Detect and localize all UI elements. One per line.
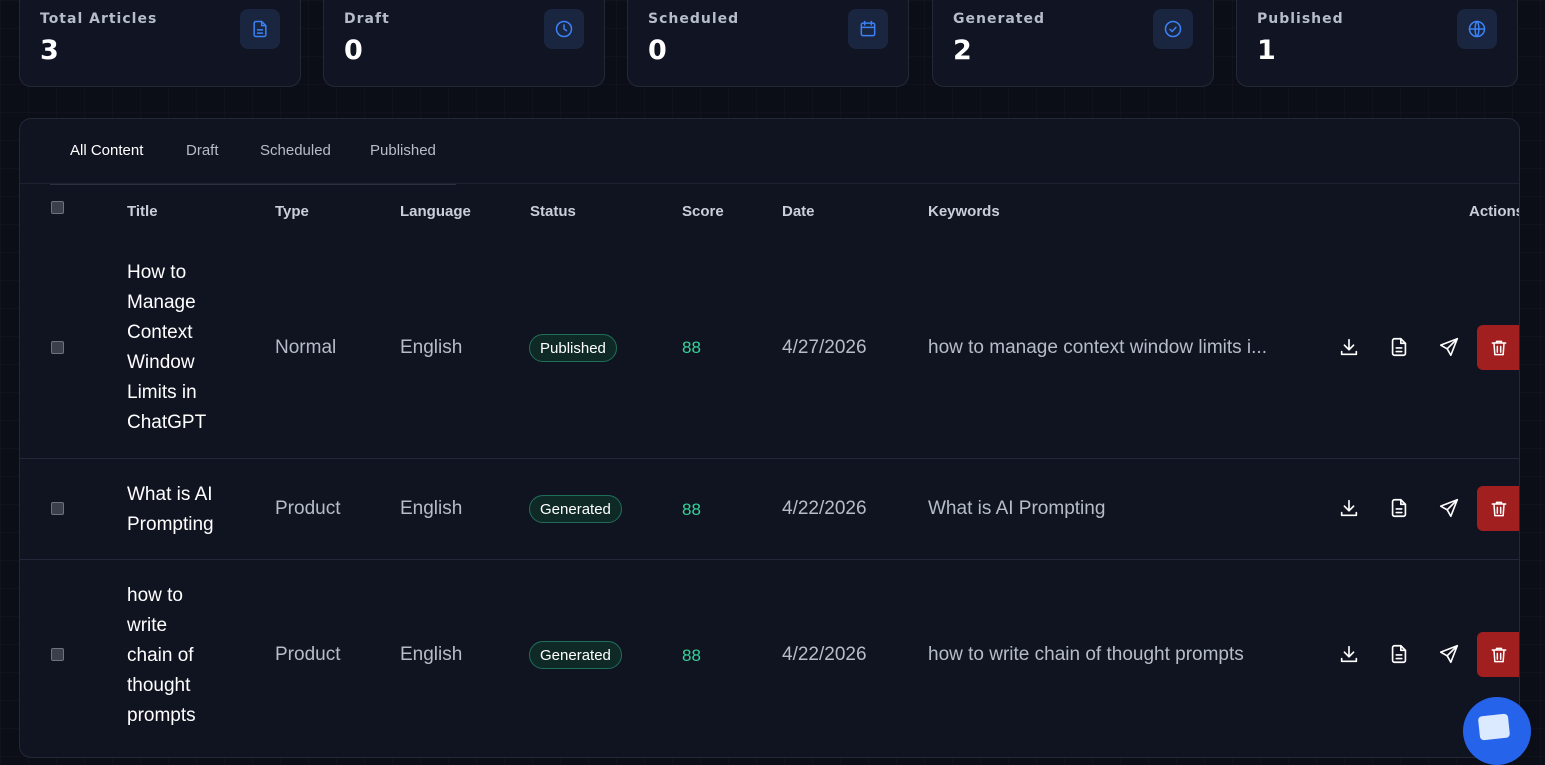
article-title[interactable]: What is AI Prompting <box>127 480 214 540</box>
trash-icon <box>1491 340 1507 355</box>
delete-button[interactable] <box>1477 632 1519 677</box>
score-cell: 88 <box>682 500 701 519</box>
clock-icon <box>544 9 584 49</box>
check-circle-icon <box>1153 9 1193 49</box>
column-header-type[interactable]: Type <box>275 203 309 220</box>
title-line: prompts <box>127 705 196 726</box>
stat-label: Scheduled <box>648 11 740 27</box>
stat-value: 0 <box>648 35 667 66</box>
stat-card-draft: Draft 0 <box>323 0 605 87</box>
status-badge: Published <box>529 334 617 362</box>
title-line: ChatGPT <box>127 412 207 433</box>
column-header-keywords[interactable]: Keywords <box>928 203 1000 220</box>
tab-all-content[interactable]: All Content <box>70 142 143 159</box>
stat-card-total-articles: Total Articles 3 <box>19 0 301 87</box>
download-icon[interactable] <box>1338 336 1362 360</box>
date-cell: 4/22/2026 <box>782 644 867 665</box>
download-icon[interactable] <box>1338 497 1362 521</box>
score-cell: 88 <box>682 338 701 357</box>
article-title[interactable]: how to write chain of thought prompts <box>127 581 196 731</box>
stat-label: Generated <box>953 11 1046 27</box>
date-cell: 4/22/2026 <box>782 498 867 519</box>
file-text-icon[interactable] <box>1388 643 1412 667</box>
stat-value: 3 <box>40 35 59 66</box>
title-line: Window <box>127 352 195 373</box>
title-line: Context <box>127 322 193 343</box>
keywords-cell: how to write chain of thought prompts <box>928 644 1244 665</box>
status-badge: Generated <box>529 495 622 523</box>
column-header-title[interactable]: Title <box>127 203 158 220</box>
title-line: Limits in <box>127 382 197 403</box>
calendar-icon <box>848 9 888 49</box>
stats-row: Total Articles 3 Draft 0 Scheduled 0 Gen… <box>19 0 1520 87</box>
chat-icon <box>1477 713 1511 741</box>
delete-button[interactable] <box>1477 486 1519 531</box>
column-header-language[interactable]: Language <box>400 203 471 220</box>
date-cell: 4/27/2026 <box>782 337 867 358</box>
column-header-actions: Actions <box>1469 203 1520 220</box>
send-icon[interactable] <box>1438 497 1462 521</box>
file-text-icon[interactable] <box>1388 497 1412 521</box>
type-cell: Product <box>275 644 341 665</box>
stat-card-published: Published 1 <box>1236 0 1518 87</box>
send-icon[interactable] <box>1438 336 1462 360</box>
trash-icon <box>1491 501 1507 516</box>
title-line: chain of <box>127 645 194 666</box>
content-panel: All Content Draft Scheduled Published Ti… <box>19 118 1520 758</box>
stat-label: Total Articles <box>40 11 158 27</box>
document-icon <box>240 9 280 49</box>
column-header-status[interactable]: Status <box>530 203 576 220</box>
type-cell: Product <box>275 498 341 519</box>
tab-scheduled[interactable]: Scheduled <box>260 142 331 159</box>
tab-published[interactable]: Published <box>370 142 436 159</box>
stat-value: 2 <box>953 35 972 66</box>
stat-card-generated: Generated 2 <box>932 0 1214 87</box>
stat-value: 0 <box>344 35 363 66</box>
type-cell: Normal <box>275 337 337 358</box>
title-line: How to <box>127 262 187 283</box>
tab-draft[interactable]: Draft <box>186 142 219 159</box>
score-cell: 88 <box>682 646 701 665</box>
stat-card-scheduled: Scheduled 0 <box>627 0 909 87</box>
title-line: thought <box>127 675 191 696</box>
stat-value: 1 <box>1257 35 1276 66</box>
tab-bar: All Content Draft Scheduled Published <box>50 119 456 185</box>
row-checkbox[interactable] <box>51 648 64 661</box>
title-line: What is AI <box>127 484 213 505</box>
chat-widget-button[interactable] <box>1463 697 1531 765</box>
keywords-cell: how to manage context window limits i... <box>928 337 1267 358</box>
column-header-date[interactable]: Date <box>782 203 815 220</box>
language-cell: English <box>400 644 463 665</box>
keywords-cell: What is AI Prompting <box>928 498 1106 519</box>
trash-icon <box>1491 647 1507 662</box>
column-header-score[interactable]: Score <box>682 203 724 220</box>
language-cell: English <box>400 498 463 519</box>
article-title[interactable]: How to Manage Context Window Limits in C… <box>127 258 206 438</box>
title-line: Prompting <box>127 514 214 535</box>
stat-label: Draft <box>344 11 390 27</box>
status-badge: Generated <box>529 641 622 669</box>
divider <box>20 183 1519 184</box>
select-all-checkbox[interactable] <box>51 201 64 214</box>
file-text-icon[interactable] <box>1388 336 1412 360</box>
globe-icon <box>1457 9 1497 49</box>
send-icon[interactable] <box>1438 643 1462 667</box>
language-cell: English <box>400 337 463 358</box>
stat-label: Published <box>1257 11 1344 27</box>
download-icon[interactable] <box>1338 643 1362 667</box>
row-divider <box>20 559 1519 560</box>
row-divider <box>20 458 1519 459</box>
title-line: how to <box>127 585 183 606</box>
row-checkbox[interactable] <box>51 502 64 515</box>
title-line: Manage <box>127 292 196 313</box>
row-checkbox[interactable] <box>51 341 64 354</box>
title-line: write <box>127 615 168 636</box>
delete-button[interactable] <box>1477 325 1519 370</box>
